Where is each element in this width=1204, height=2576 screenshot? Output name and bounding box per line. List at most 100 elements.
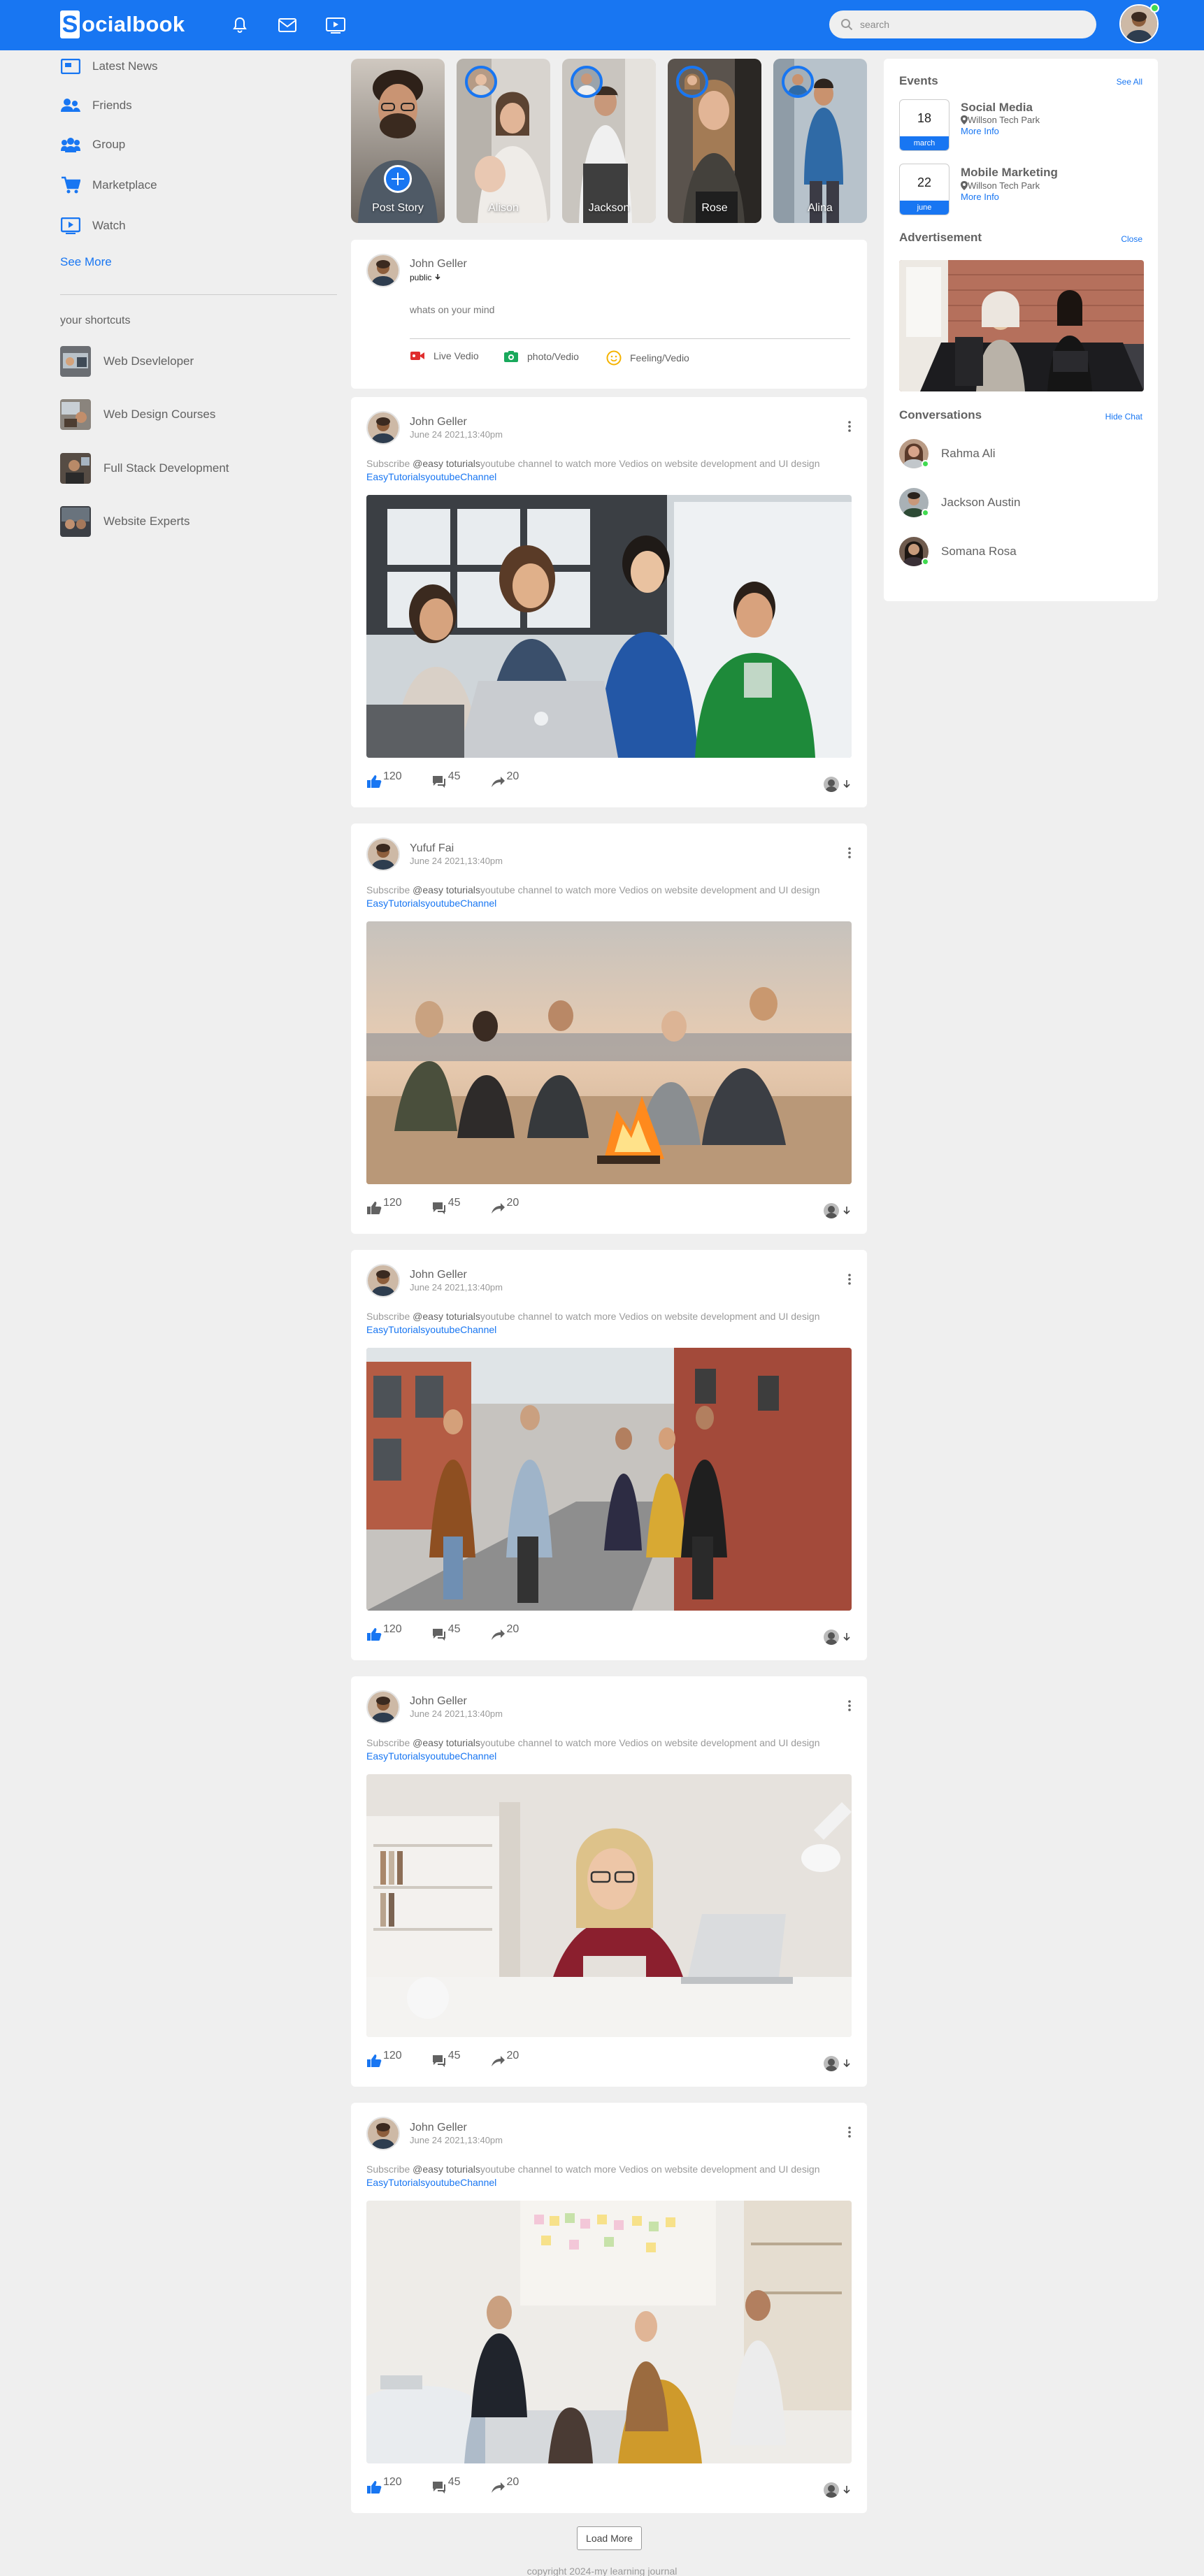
story-post[interactable]: Post Story [351, 59, 445, 223]
share-icon [491, 2056, 505, 2066]
bell-icon[interactable] [227, 12, 253, 38]
more-info-link[interactable]: More Info [961, 126, 999, 136]
share-button[interactable]: 20 [490, 1197, 519, 1215]
video-icon[interactable] [322, 12, 349, 38]
share-button[interactable]: 20 [490, 770, 519, 789]
load-more-button[interactable]: Load More [577, 2526, 642, 2550]
like-button[interactable]: 120 [366, 2050, 402, 2068]
like-button[interactable]: 120 [366, 770, 402, 789]
more-options-icon[interactable] [847, 420, 852, 433]
post-image[interactable] [366, 495, 852, 758]
post-image[interactable] [366, 921, 852, 1184]
story-item[interactable]: Alison [457, 59, 550, 223]
story-item[interactable]: Rose [668, 59, 761, 223]
author-avatar[interactable] [366, 837, 400, 871]
more-options-icon[interactable] [847, 1699, 852, 1712]
post-card: John Geller June 24 2021,13:40pm Subscri… [351, 1676, 867, 2087]
post-profile-menu[interactable] [824, 2482, 852, 2498]
post-profile-menu[interactable] [824, 1203, 852, 1218]
post-author[interactable]: John Geller [410, 2122, 467, 2134]
more-options-icon[interactable] [847, 1273, 852, 1286]
post-author[interactable]: John Geller [410, 1269, 467, 1281]
like-count: 120 [383, 1623, 402, 1635]
like-button[interactable]: 120 [366, 1197, 402, 1215]
shortcut-item[interactable]: Full Stack Development [60, 453, 229, 484]
feeling-button[interactable]: Feeling/Vedio [606, 350, 689, 366]
author-avatar[interactable] [366, 411, 400, 445]
shortcut-item[interactable]: Website Experts [60, 506, 189, 537]
like-icon [367, 2481, 382, 2494]
event-title[interactable]: Social Media [961, 101, 1033, 115]
like-button[interactable]: 120 [366, 2476, 402, 2494]
share-button[interactable]: 20 [490, 2050, 519, 2068]
post-link[interactable]: EasyTutorialsyoutubeChannel [366, 898, 496, 909]
comment-button[interactable]: 45 [431, 2476, 461, 2494]
share-count: 20 [506, 2050, 519, 2061]
see-more-link[interactable]: See More [60, 255, 112, 269]
contact-item[interactable]: Rahma Ali [899, 439, 995, 468]
event-location: Willson Tech Park [961, 115, 1040, 125]
search-input[interactable] [860, 19, 1070, 30]
share-button[interactable]: 20 [490, 1623, 519, 1641]
arrow-down-icon [843, 1207, 850, 1215]
comment-button[interactable]: 45 [431, 1197, 461, 1215]
mini-avatar [824, 1629, 839, 1645]
live-video-button[interactable]: Live Vedio [410, 350, 479, 361]
post-link[interactable]: EasyTutorialsyoutubeChannel [366, 471, 496, 482]
story-item[interactable]: Alina [773, 59, 867, 223]
post-link[interactable]: EasyTutorialsyoutubeChannel [366, 1324, 496, 1335]
see-all-link[interactable]: See All [1117, 77, 1142, 87]
author-avatar[interactable] [366, 2117, 400, 2150]
post-link[interactable]: EasyTutorialsyoutubeChannel [366, 2177, 496, 2188]
post-image[interactable] [366, 2201, 852, 2463]
post-profile-menu[interactable] [824, 1629, 852, 1645]
contact-item[interactable]: Somana Rosa [899, 537, 1017, 566]
photo-video-button[interactable]: photo/Vedio [503, 350, 579, 363]
comment-button[interactable]: 45 [431, 770, 461, 789]
sidebar-item-friends[interactable]: Friends [60, 95, 132, 116]
conversations-title: Conversations [899, 408, 982, 422]
event-title[interactable]: Mobile Marketing [961, 166, 1058, 180]
comment-button[interactable]: 45 [431, 1623, 461, 1641]
post-image[interactable] [366, 1774, 852, 2037]
privacy-select[interactable]: public [410, 273, 441, 282]
story-avatar [465, 66, 497, 98]
post-author: John Geller [410, 258, 467, 270]
more-info-link[interactable]: More Info [961, 192, 999, 202]
post-profile-menu[interactable] [824, 777, 852, 792]
sidebar-item-group[interactable]: Group [60, 134, 125, 155]
like-button[interactable]: 120 [366, 1623, 402, 1641]
comment-button[interactable]: 45 [431, 2050, 461, 2068]
post-date: June 24 2021,13:40pm [410, 1708, 503, 1719]
search-icon [840, 18, 853, 31]
sidebar-item-marketplace[interactable]: Marketplace [60, 175, 157, 196]
post-text: Subscribe @easy toturialsyoutube channel… [366, 458, 820, 482]
post-author[interactable]: John Geller [410, 1695, 467, 1708]
post-link[interactable]: EasyTutorialsyoutubeChannel [366, 1750, 496, 1762]
story-item[interactable]: Jackson [562, 59, 656, 223]
advertisement-image[interactable] [899, 260, 1144, 391]
post-author[interactable]: Yufuf Fai [410, 842, 454, 855]
shortcut-item[interactable]: Web Design Courses [60, 399, 215, 430]
close-ad-link[interactable]: Close [1121, 234, 1142, 244]
mail-icon[interactable] [274, 12, 301, 38]
post-profile-menu[interactable] [824, 2056, 852, 2071]
contact-avatar [899, 439, 929, 468]
shortcut-item[interactable]: Web Dsevleloper [60, 346, 194, 377]
navbar: S ocialbook [0, 0, 1204, 50]
search-bar[interactable] [829, 10, 1096, 38]
more-options-icon[interactable] [847, 2126, 852, 2138]
author-avatar[interactable] [366, 1264, 400, 1297]
sidebar-item-latest-news[interactable]: Latest News [60, 56, 158, 77]
share-button[interactable]: 20 [490, 2476, 519, 2494]
more-options-icon[interactable] [847, 847, 852, 859]
sidebar-item-watch[interactable]: Watch [60, 215, 126, 236]
contact-item[interactable]: Jackson Austin [899, 488, 1020, 517]
add-story-icon[interactable] [384, 165, 412, 193]
hide-chat-link[interactable]: Hide Chat [1105, 412, 1142, 422]
post-author[interactable]: John Geller [410, 416, 467, 429]
post-image[interactable] [366, 1348, 852, 1611]
author-avatar[interactable] [366, 1690, 400, 1724]
logo[interactable]: S ocialbook [60, 8, 185, 41]
post-input[interactable]: whats on your mind [410, 304, 494, 315]
